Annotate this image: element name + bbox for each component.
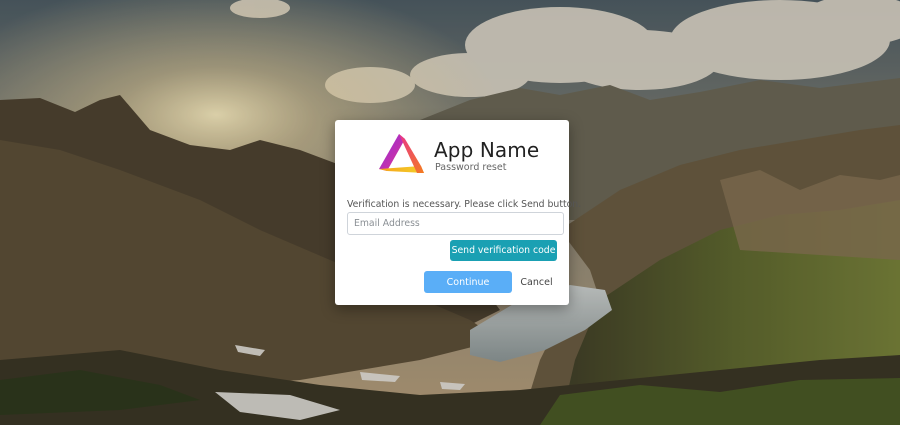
cancel-button[interactable]: Cancel <box>516 271 557 293</box>
verification-instruction: Verification is necessary. Please click … <box>347 199 582 210</box>
triangle-logo-icon <box>379 134 424 173</box>
send-verification-code-button[interactable]: Send verification code <box>450 240 557 261</box>
continue-button[interactable]: Continue <box>424 271 512 293</box>
app-name: App Name <box>434 138 540 162</box>
page-subtitle: Password reset <box>435 162 507 173</box>
email-address-input[interactable] <box>347 212 564 235</box>
password-reset-dialog: App Name Password reset Verification is … <box>335 120 582 305</box>
